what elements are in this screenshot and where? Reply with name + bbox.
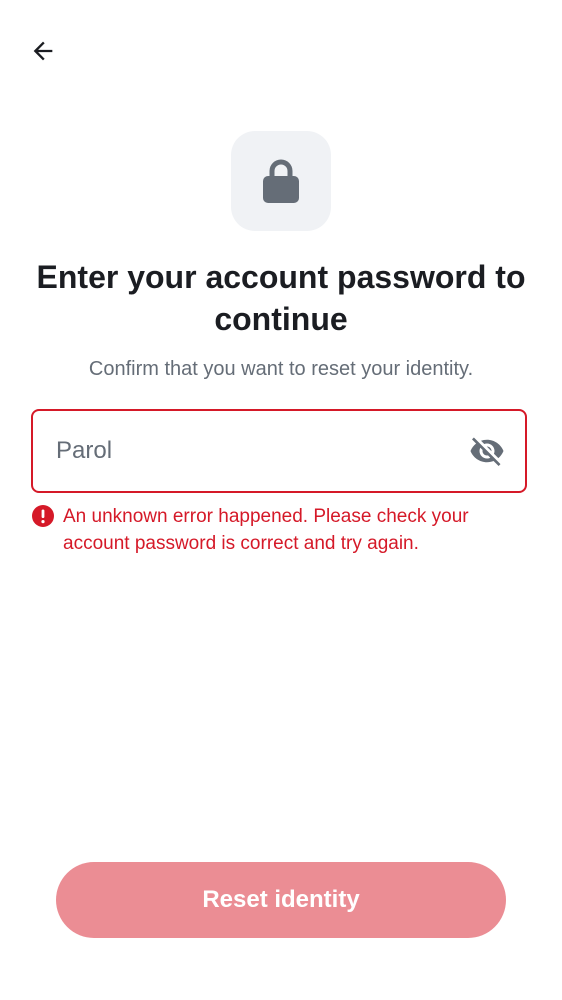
error-circle-icon: [32, 505, 54, 527]
back-button[interactable]: [22, 30, 64, 72]
error-message-row: An unknown error happened. Please check …: [31, 503, 511, 557]
visibility-toggle-button[interactable]: [467, 431, 507, 471]
page-subtitle: Confirm that you want to reset your iden…: [88, 358, 474, 380]
arrow-left-icon: [33, 41, 53, 61]
lock-icon-tile: [231, 131, 331, 231]
password-input[interactable]: [56, 431, 467, 471]
lock-icon: [263, 159, 299, 203]
eye-off-icon: [470, 437, 504, 466]
page-title: Enter your account password to continue: [36, 259, 526, 337]
reset-identity-button[interactable]: Reset identity: [56, 862, 506, 938]
error-message: An unknown error happened. Please check …: [63, 506, 469, 554]
password-field[interactable]: [31, 409, 527, 493]
